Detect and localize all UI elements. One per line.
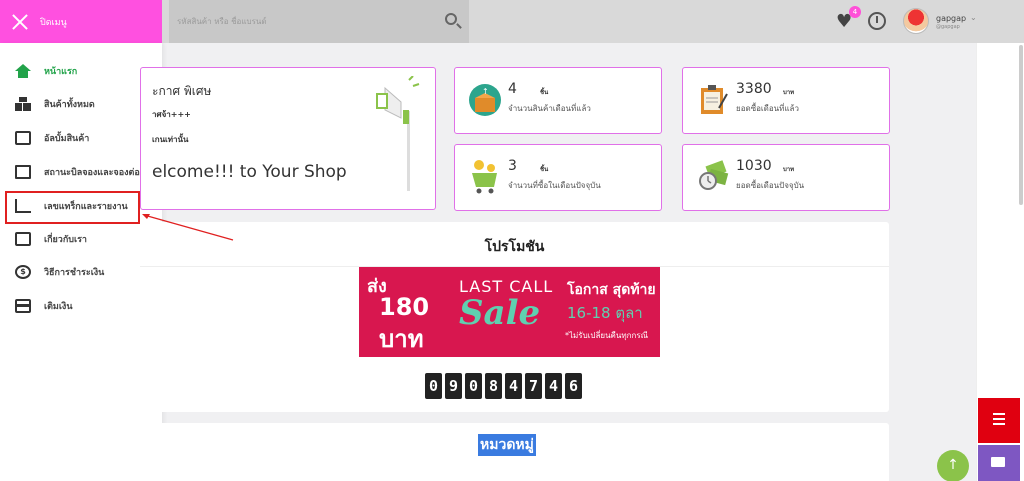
annotation-arrow <box>142 214 234 241</box>
